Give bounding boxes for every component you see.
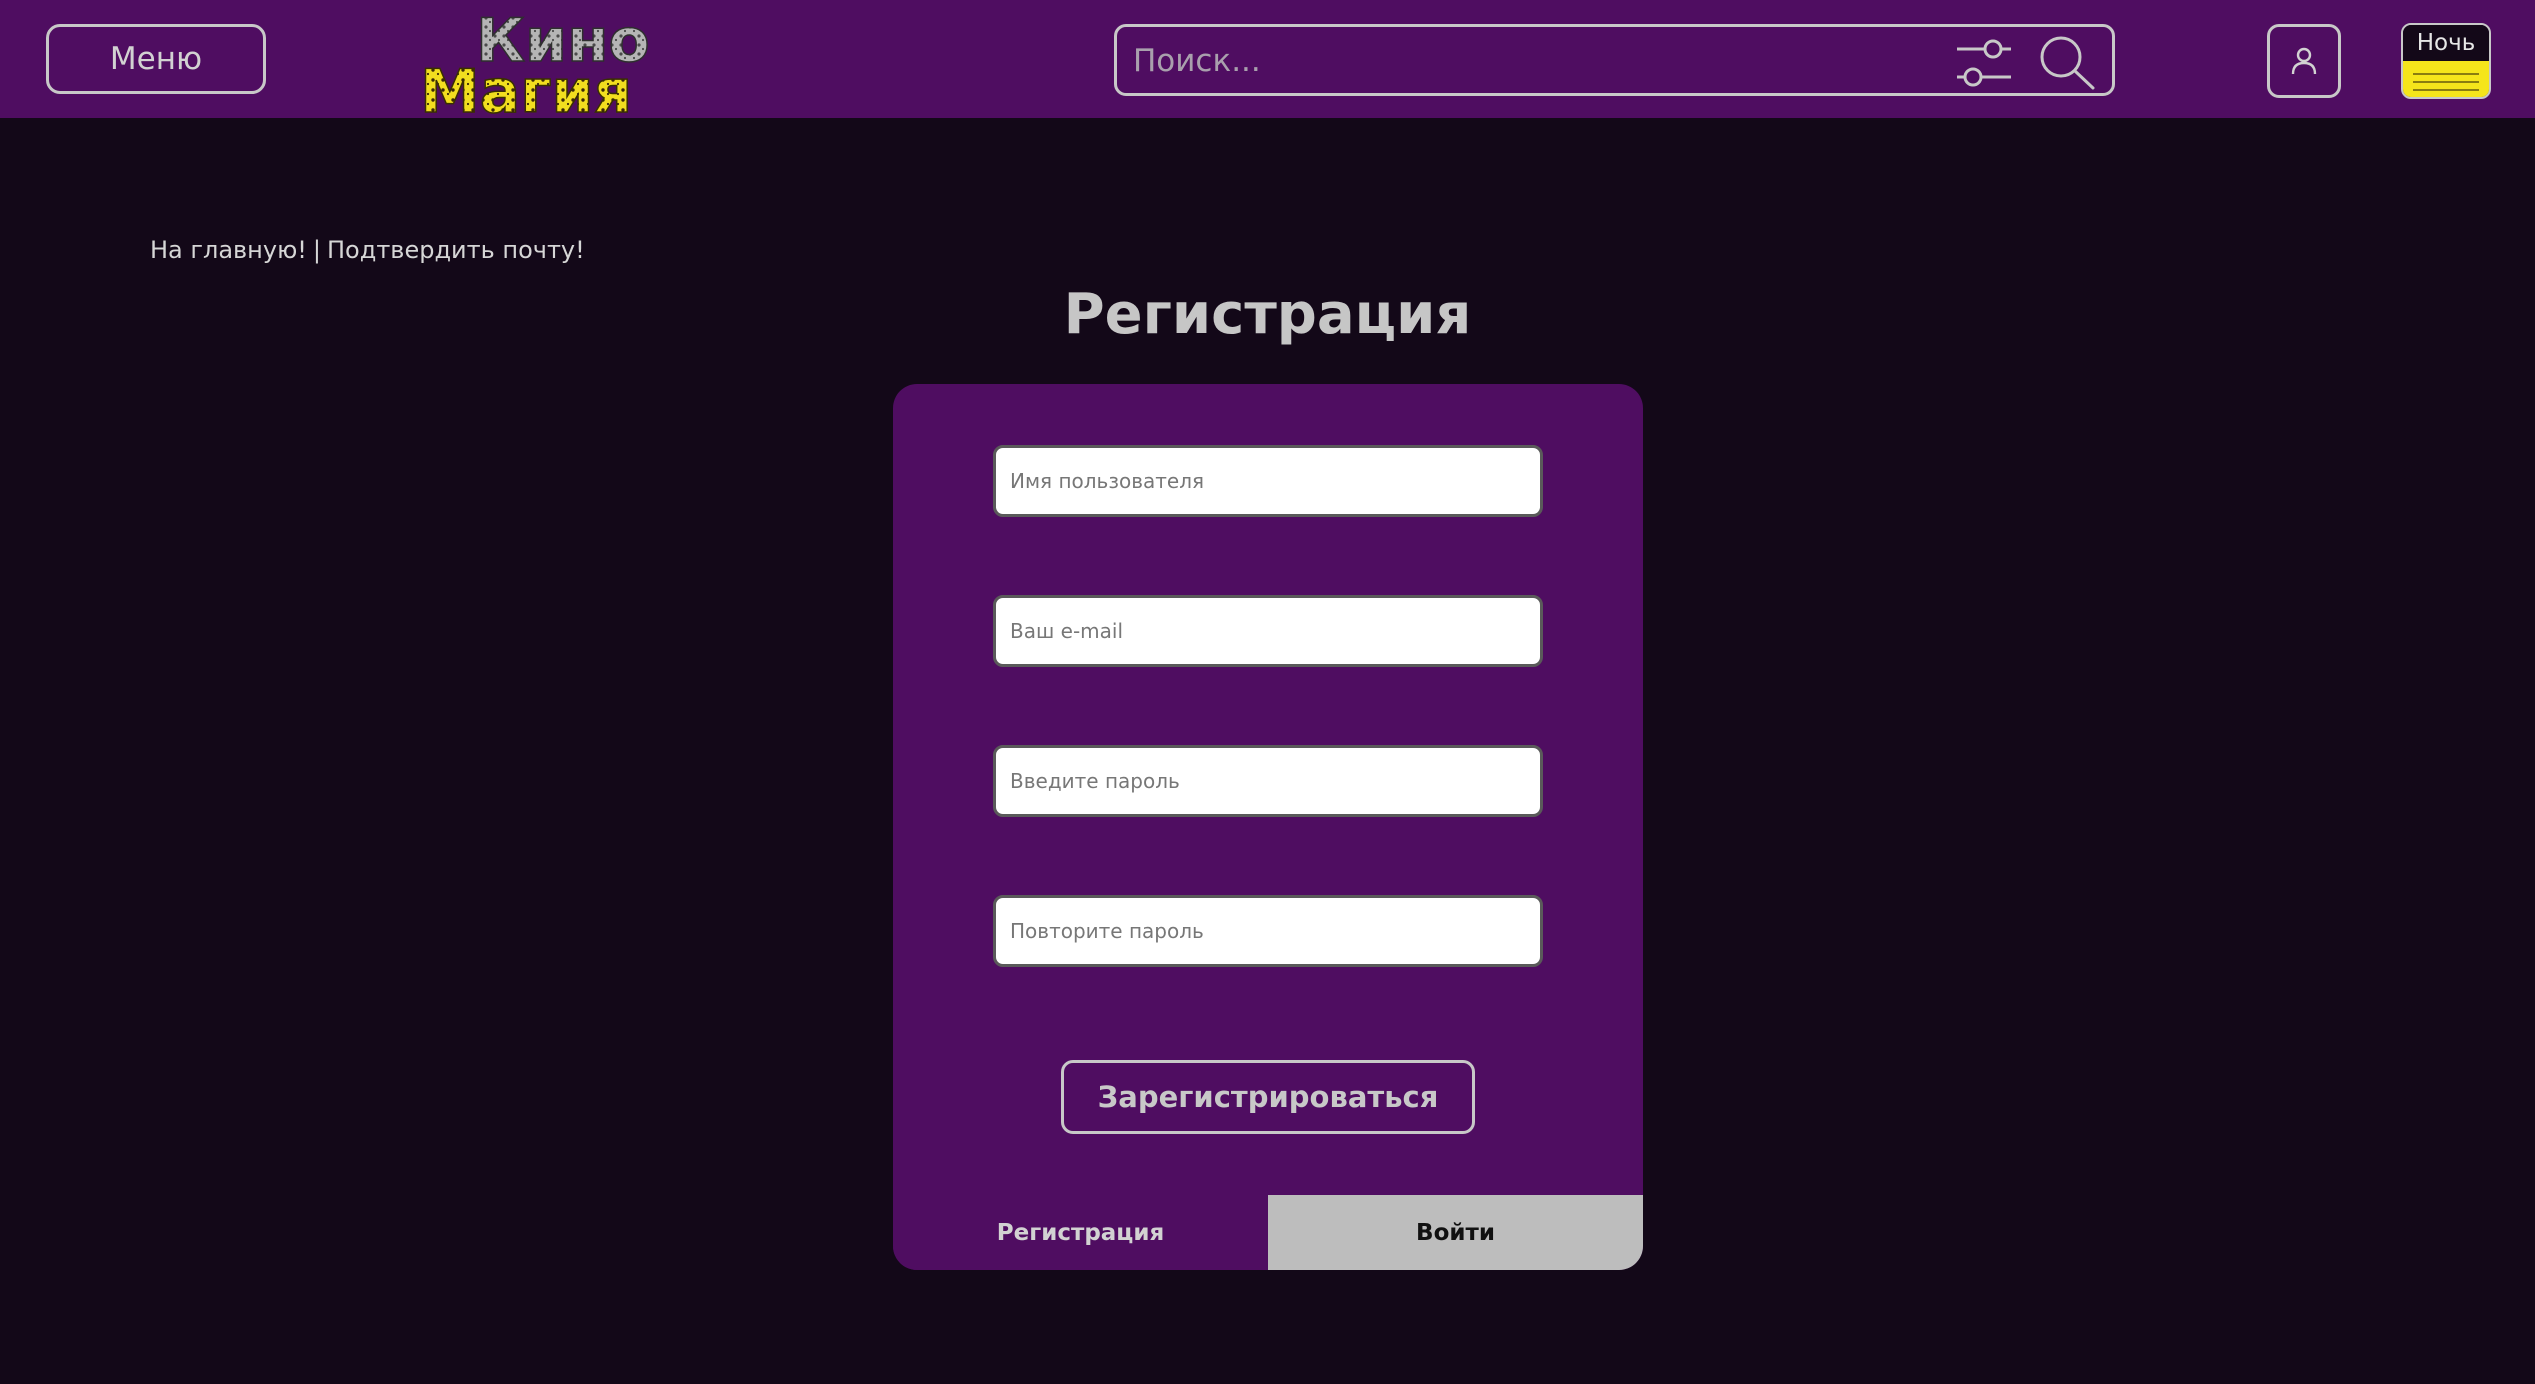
page-title: Регистрация <box>1063 282 1472 347</box>
menu-button[interactable]: Меню <box>46 24 266 94</box>
auth-tabs: Регистрация Войти <box>893 1195 1643 1270</box>
top-header: Меню Кино Магия Поиск... Ночь <box>0 0 2535 118</box>
breadcrumb-separator: | <box>312 236 321 264</box>
filter-icon[interactable] <box>1949 33 2019 91</box>
search-icon[interactable] <box>2037 33 2097 91</box>
username-field[interactable] <box>993 445 1543 517</box>
registration-form: Зарегистрироваться Регистрация Войти <box>893 384 1643 1270</box>
user-icon <box>2291 47 2317 75</box>
theme-switch-stripes <box>2403 61 2489 97</box>
email-field[interactable] <box>993 595 1543 667</box>
search-input[interactable] <box>1131 35 1935 87</box>
breadcrumb-confirm-email-link[interactable]: Подтвердить почту! <box>327 236 585 264</box>
breadcrumb-home-link[interactable]: На главную! <box>150 236 307 264</box>
password-field[interactable] <box>993 745 1543 817</box>
breadcrumb: На главную! | Подтвердить почту! <box>150 236 585 264</box>
logo-line-2: Магия <box>420 57 632 116</box>
logo[interactable]: Кино Магия <box>420 6 700 116</box>
search-box <box>1114 24 2115 96</box>
tab-login[interactable]: Войти <box>1268 1195 1643 1270</box>
user-button[interactable] <box>2267 24 2341 98</box>
password-repeat-field[interactable] <box>993 895 1543 967</box>
theme-toggle[interactable]: Ночь <box>2401 23 2491 99</box>
register-submit-button[interactable]: Зарегистрироваться <box>1061 1060 1475 1134</box>
theme-label: Ночь <box>2403 25 2489 61</box>
tab-register[interactable]: Регистрация <box>893 1195 1268 1270</box>
